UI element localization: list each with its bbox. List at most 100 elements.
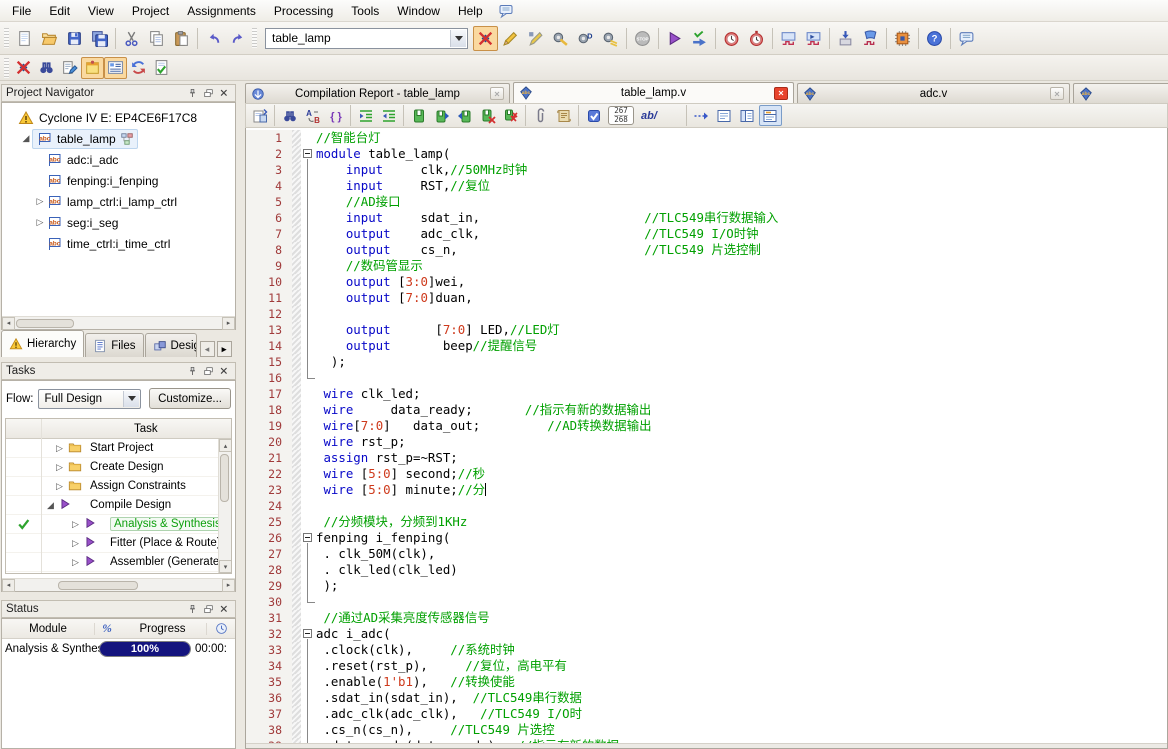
fold-marker-start[interactable] xyxy=(301,626,316,642)
code-line-13[interactable]: 13 output [7:0] LED,//LED灯 xyxy=(246,322,1167,338)
scroll-right-icon[interactable]: ▸ xyxy=(222,579,235,592)
replace-button[interactable]: AB xyxy=(301,105,324,126)
menu-file[interactable]: File xyxy=(3,1,40,21)
copy-button[interactable] xyxy=(144,26,169,51)
code-line-25[interactable]: 25 //分频模块，分频到1KHz xyxy=(246,514,1167,530)
close-tab-icon[interactable] xyxy=(774,87,788,100)
code-line-21[interactable]: 21 assign rst_p=~RST; xyxy=(246,450,1167,466)
code-line-26[interactable]: 26fenping i_fenping( xyxy=(246,530,1167,546)
scroll-down-icon[interactable]: ▾ xyxy=(219,560,232,573)
expander-collapsed-icon[interactable]: ▷ xyxy=(34,196,46,207)
text-editor-button[interactable] xyxy=(58,57,81,79)
refresh-button[interactable] xyxy=(127,57,150,79)
code-line-8[interactable]: 8 output cs_n, //TLC549 片选控制 xyxy=(246,242,1167,258)
chip-planner-button[interactable] xyxy=(890,26,915,51)
feedback-button[interactable] xyxy=(954,26,979,51)
scroll-thumb[interactable] xyxy=(16,319,74,328)
bookmark-toggle-button[interactable] xyxy=(407,105,430,126)
code-line-30[interactable]: 30 xyxy=(246,594,1167,610)
close-tab-icon[interactable] xyxy=(490,87,504,100)
code-line-9[interactable]: 9 //数码管显示 xyxy=(246,258,1167,274)
save-button[interactable] xyxy=(62,26,87,51)
menu-project[interactable]: Project xyxy=(123,1,178,21)
scroll-thumb[interactable] xyxy=(220,454,229,502)
list-view-button[interactable] xyxy=(104,57,127,79)
save-all-button[interactable] xyxy=(87,26,112,51)
code-line-17[interactable]: 17 wire clk_led; xyxy=(246,386,1167,402)
new-file-button[interactable] xyxy=(12,26,37,51)
scroll-right-icon[interactable]: ▸ xyxy=(222,317,235,330)
rtl-viewer-button[interactable] xyxy=(776,26,801,51)
paste-button[interactable] xyxy=(169,26,194,51)
document-tab-table-lamp-v[interactable]: abctable_lamp.v xyxy=(513,82,794,103)
stopwatch-button[interactable] xyxy=(744,26,769,51)
bookmark-delete-button[interactable] xyxy=(476,105,499,126)
tree-item-time-ctrl-i-time-ctrl[interactable]: abctime_ctrl:i_time_ctrl xyxy=(2,233,235,254)
fold-marker-start[interactable] xyxy=(301,146,316,162)
collapse-box-icon[interactable] xyxy=(303,149,312,158)
code-line-15[interactable]: 15 ); xyxy=(246,354,1167,370)
tab-desig[interactable]: Desig xyxy=(145,333,197,357)
toolbar-grip[interactable] xyxy=(4,28,9,48)
expander-collapsed-icon[interactable]: ▷ xyxy=(56,462,63,473)
pin-icon[interactable] xyxy=(185,603,199,616)
menu-assignments[interactable]: Assignments xyxy=(178,1,265,21)
code-line-24[interactable]: 24 xyxy=(246,498,1167,514)
redo-button[interactable] xyxy=(226,26,251,51)
code-line-11[interactable]: 11 output [7:0]duan, xyxy=(246,290,1167,306)
fit-gear-button[interactable] xyxy=(598,26,623,51)
document-tab-partial[interactable]: abc xyxy=(1073,83,1168,103)
code-line-36[interactable]: 36 .sdat_in(sdat_in), //TLC549串行数据 xyxy=(246,690,1167,706)
menu-tools[interactable]: Tools xyxy=(342,1,388,21)
check-doc-button[interactable] xyxy=(150,57,173,79)
decrease-indent-button[interactable] xyxy=(377,105,400,126)
code-line-28[interactable]: 28 . clk_led(clk_led) xyxy=(246,562,1167,578)
expander-expanded-icon[interactable]: ◢ xyxy=(20,133,32,144)
code-line-3[interactable]: 3 input clk,//50MHz时钟 xyxy=(246,162,1167,178)
tab-scroll-left-icon[interactable]: ◂ xyxy=(200,341,215,357)
customize-button[interactable]: Customize... xyxy=(149,388,231,409)
code-line-7[interactable]: 7 output adc_clk, //TLC549 I/O时钟 xyxy=(246,226,1167,242)
close-icon[interactable] xyxy=(217,365,231,378)
pin-planner-button[interactable] xyxy=(523,26,548,51)
help-button[interactable]: ? xyxy=(922,26,947,51)
increase-indent-button[interactable] xyxy=(354,105,377,126)
expander-collapsed-icon[interactable]: ▷ xyxy=(72,557,79,568)
code-line-27[interactable]: 27 . clk_50M(clk), xyxy=(246,546,1167,562)
start-compilation-button[interactable] xyxy=(662,26,687,51)
settings-button[interactable] xyxy=(12,57,35,79)
close-tab-icon[interactable] xyxy=(1050,87,1064,100)
expander-collapsed-icon[interactable]: ▷ xyxy=(56,443,63,454)
code-line-31[interactable]: 31 //通过AD采集亮度传感器信号 xyxy=(246,610,1167,626)
code-line-12[interactable]: 12 xyxy=(246,306,1167,322)
expander-collapsed-icon[interactable]: ▷ xyxy=(72,519,79,530)
cut-button[interactable] xyxy=(119,26,144,51)
analyze-syntax-button[interactable] xyxy=(582,105,605,126)
task-fitter-place-route-[interactable]: ▷Fitter (Place & Route) xyxy=(6,534,231,553)
timequest-button[interactable] xyxy=(719,26,744,51)
code-line-4[interactable]: 4 input RST,//复位 xyxy=(246,178,1167,194)
tree-item-lamp-ctrl-i-lamp-ctrl[interactable]: ▷abclamp_ctrl:i_lamp_ctrl xyxy=(2,191,235,212)
code-line-5[interactable]: 5 //AD接口 xyxy=(246,194,1167,210)
code-line-37[interactable]: 37 .adc_clk(adc_clk), //TLC549 I/O时 xyxy=(246,706,1167,722)
flow-combobox[interactable]: Full Design xyxy=(38,389,141,409)
menu-processing[interactable]: Processing xyxy=(265,1,342,21)
code-line-23[interactable]: 23 wire [5:0] minute;//分 xyxy=(246,482,1167,498)
code-line-20[interactable]: 20 wire rst_p; xyxy=(246,434,1167,450)
toolbar-grip[interactable] xyxy=(4,58,9,78)
tasks-hscrollbar[interactable]: ◂ ▸ xyxy=(2,578,235,591)
programmer-button[interactable] xyxy=(833,26,858,51)
code-line-33[interactable]: 33 .clock(clk), //系统时钟 xyxy=(246,642,1167,658)
stop-button[interactable]: STOP xyxy=(630,26,655,51)
menu-help[interactable]: Help xyxy=(449,1,492,21)
settings-pencil-button[interactable] xyxy=(548,26,573,51)
expander-collapsed-icon[interactable]: ▷ xyxy=(34,217,46,228)
pin-icon[interactable] xyxy=(185,365,199,378)
code-line-32[interactable]: 32adc i_adc( xyxy=(246,626,1167,642)
scroll-left-icon[interactable]: ◂ xyxy=(2,579,15,592)
open-in-main-button[interactable] xyxy=(248,105,271,126)
settings-button[interactable] xyxy=(473,26,498,51)
tree-item-seg-i-seg[interactable]: ▷abcseg:i_seg xyxy=(2,212,235,233)
menu-window[interactable]: Window xyxy=(388,1,449,21)
float-icon[interactable] xyxy=(201,603,215,616)
